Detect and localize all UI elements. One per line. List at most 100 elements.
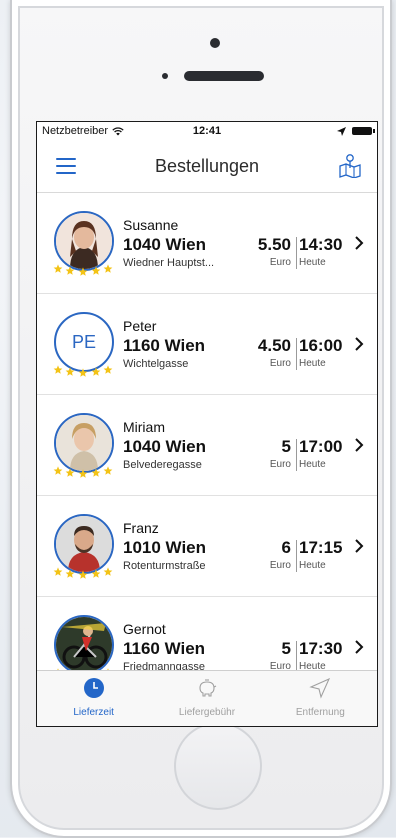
price-unit: Euro [269,257,291,268]
order-row[interactable]: Gernot 1160 Wien Friedmanngasse 5 Euro 1… [37,597,377,671]
tab-label: Entfernung [295,707,345,718]
chevron-right-icon [355,640,364,654]
order-price: 5 [281,639,291,658]
person-photo-icon [56,516,112,572]
star-icon [65,569,75,578]
customer-name: Franz [123,520,159,536]
app-screen: Netzbetreiber 12:41 Bestellungen Susanne… [36,121,378,727]
order-row[interactable]: Susanne 1040 Wien Wiedner Hauptst... 5.5… [37,193,377,294]
clock-icon [83,678,104,698]
delivery-day: Heute [299,358,326,369]
avatar-photo [54,413,114,473]
map-icon[interactable] [337,152,363,178]
avatar-photo [54,615,114,671]
avatar-initials: PE [54,312,114,372]
delivery-time: 16:00 [299,336,343,355]
star-icon [53,365,63,374]
star-icon [91,367,101,376]
star-icon [78,267,88,276]
customer-name: Susanne [123,217,179,233]
customer-street: Belvederegasse [123,459,202,471]
price-unit: Euro [269,358,291,369]
chevron-right-icon [355,539,364,553]
divider [296,540,297,572]
page-title: Bestellungen [154,155,260,176]
star-icon [91,266,101,275]
rating-stars [53,264,113,276]
star-icon [103,466,113,475]
star-icon [78,570,88,579]
delivery-time: 17:15 [299,538,343,557]
divider [296,237,297,269]
chevron-right-icon [355,337,364,351]
price-unit: Euro [269,459,291,470]
divider [296,641,297,671]
star-icon [53,264,63,273]
order-row[interactable]: Miriam 1040 Wien Belvederegasse 5 Euro 1… [37,395,377,496]
divider [296,439,297,471]
customer-city: 1160 Wien [123,336,206,355]
customer-name: Peter [123,318,157,334]
delivery-time: 17:30 [299,639,343,658]
price-unit: Euro [269,560,291,571]
tab-liefergebuehr[interactable]: Liefergebühr [150,671,263,726]
star-icon [65,266,75,275]
delivery-time: 17:00 [299,437,343,456]
person-photo-icon [56,415,112,471]
customer-city: 1040 Wien [123,437,206,456]
tab-label: Lieferzeit [73,707,114,718]
customer-city: 1160 Wien [123,639,206,658]
battery-icon [352,127,375,135]
customer-street: Rotenturmstraße [123,560,206,572]
status-bar: Netzbetreiber 12:41 [37,122,377,140]
location-arrow-icon [309,677,331,699]
customer-name: Gernot [123,621,166,637]
status-time: 12:41 [192,125,222,137]
chevron-right-icon [355,438,364,452]
earpiece-speaker [184,71,264,81]
star-icon [91,468,101,477]
delivery-day: Heute [299,459,326,470]
delivery-day: Heute [299,257,326,268]
proximity-sensor [162,73,168,79]
home-button[interactable] [174,722,262,810]
star-icon [78,368,88,377]
order-row[interactable]: Franz 1010 Wien Rotenturmstraße 6 Euro 1… [37,496,377,597]
order-price: 4.50 [257,336,291,355]
star-icon [53,567,63,576]
orders-list[interactable]: Susanne 1040 Wien Wiedner Hauptst... 5.5… [37,193,377,671]
order-price: 5.50 [257,235,291,254]
avatar [52,413,118,479]
person-photo-icon [56,213,112,269]
customer-street: Wiedner Hauptst... [123,257,215,269]
front-camera [210,38,220,48]
customer-city: 1010 Wien [123,538,206,557]
delivery-day: Heute [299,560,326,571]
star-icon [53,466,63,475]
navigation-bar: Bestellungen [37,140,377,193]
tab-label: Liefergebühr [178,707,236,718]
piggy-bank-icon [199,679,217,697]
avatar [52,514,118,580]
delivery-time: 14:30 [299,235,343,254]
initials-label: PE [71,331,96,352]
tab-entfernung[interactable]: Entfernung [264,671,377,726]
customer-name: Miriam [123,419,165,435]
star-icon [65,367,75,376]
rating-stars [53,567,113,579]
star-icon [103,567,113,576]
person-photo-icon [56,617,112,671]
customer-city: 1040 Wien [123,235,206,254]
tab-lieferzeit[interactable]: Lieferzeit [37,671,150,726]
star-icon [65,468,75,477]
avatar: PE [52,312,118,378]
star-icon [103,365,113,374]
order-row[interactable]: PE Peter 1160 Wien Wichtelgasse 4.50 Eur… [37,294,377,395]
order-price: 5 [281,437,291,456]
order-price: 6 [281,538,291,557]
divider [296,338,297,370]
star-icon [91,569,101,578]
customer-street: Wichtelgasse [123,358,189,370]
star-icon [78,469,88,478]
rating-stars [53,466,113,478]
